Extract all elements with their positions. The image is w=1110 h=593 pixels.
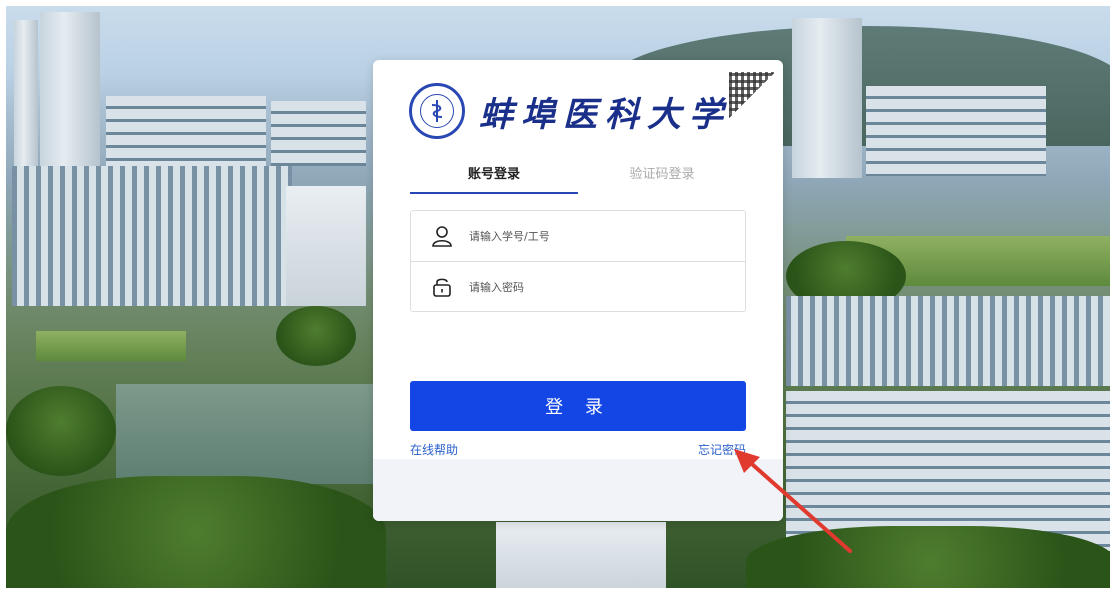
tab-account-login[interactable]: 账号登录 — [410, 162, 578, 194]
university-seal-icon — [409, 83, 465, 139]
online-help-link[interactable]: 在线帮助 — [410, 441, 458, 458]
user-icon — [432, 226, 452, 247]
card-footer — [373, 459, 783, 521]
login-tabs: 账号登录 验证码登录 — [410, 162, 746, 194]
password-row — [411, 261, 745, 312]
credential-fields — [410, 210, 746, 312]
login-card: 蚌埠医科大学 账号登录 验证码登录 登 录 在线帮助 忘记密码 — [373, 60, 783, 521]
lock-icon — [433, 278, 451, 297]
username-input[interactable] — [467, 228, 711, 244]
university-logo: 蚌埠医科大学 — [409, 82, 731, 140]
tab-sms-code-login[interactable]: 验证码登录 — [578, 162, 746, 194]
university-name: 蚌埠医科大学 — [479, 94, 731, 135]
password-input[interactable] — [467, 279, 711, 295]
qr-code-icon[interactable] — [729, 72, 775, 118]
username-row — [411, 211, 745, 261]
forgot-password-link[interactable]: 忘记密码 — [698, 441, 746, 458]
login-button[interactable]: 登 录 — [410, 381, 746, 431]
